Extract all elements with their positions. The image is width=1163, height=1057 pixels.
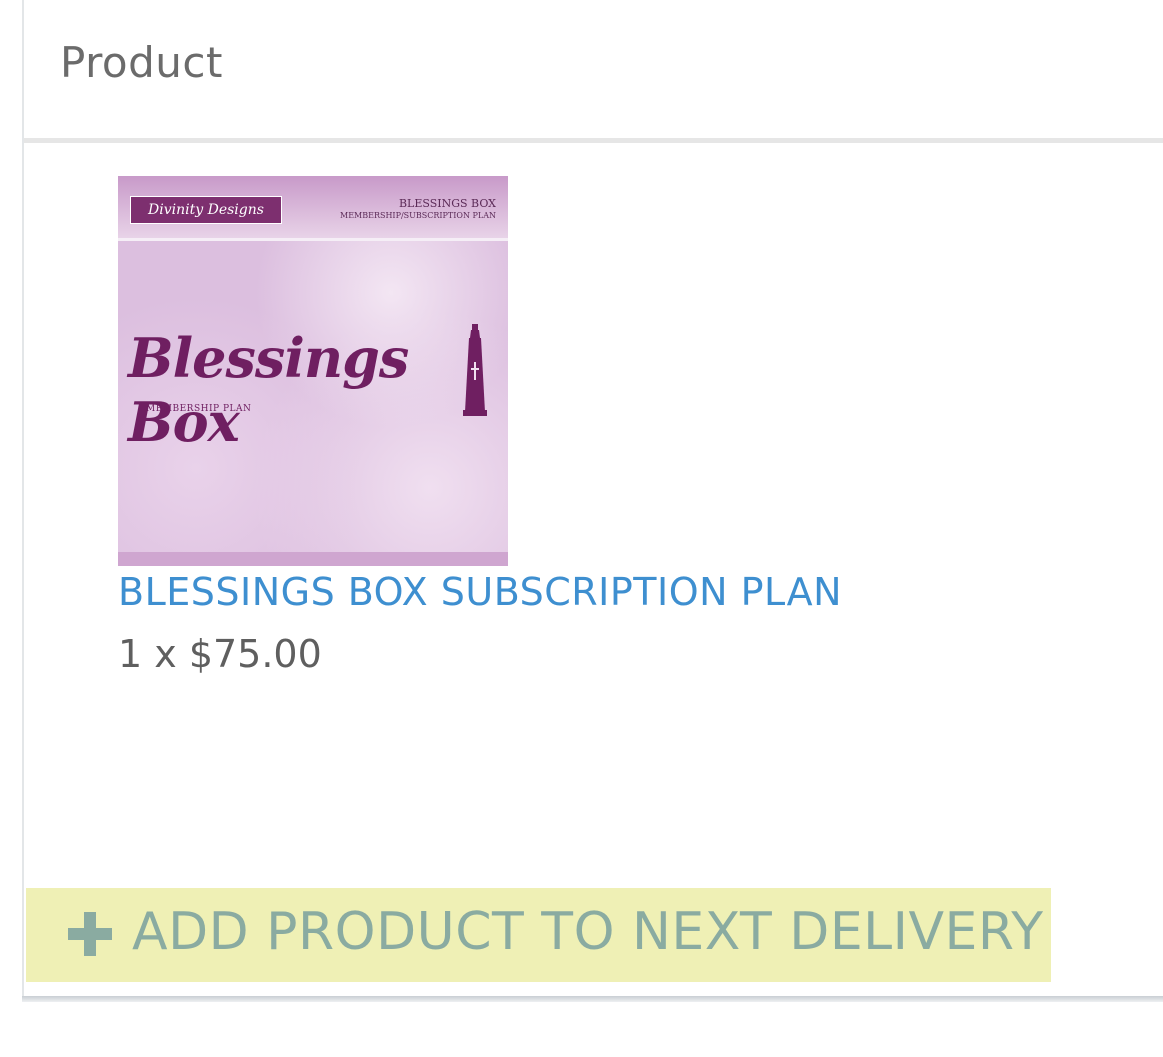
image-bottom-band [118,552,508,566]
image-top-band: Divinity Designs BLESSINGS BOX MEMBERSHI… [118,176,508,241]
add-product-label: ADD PRODUCT TO NEXT DELIVERY [132,902,1044,962]
plan-caption: BLESSINGS BOX MEMBERSHIP/SUBSCRIPTION PL… [286,198,496,222]
plan-caption-sub: MEMBERSHIP/SUBSCRIPTION PLAN [340,211,496,220]
image-headline: Blessings Box [128,326,409,454]
plus-icon [68,912,112,956]
product-quantity-price: 1 x $75.00 [118,632,322,676]
header-divider [24,138,1163,143]
product-name-link[interactable]: BLESSINGS BOX SUBSCRIPTION PLAN [118,570,1018,614]
product-column-header: Product [24,0,1163,143]
column-header-title: Product [60,38,223,87]
image-subline: MEMBERSHIP PLAN [146,404,252,414]
plan-caption-title: BLESSINGS BOX [398,197,496,210]
product-image[interactable]: Divinity Designs BLESSINGS BOX MEMBERSHI… [118,176,508,566]
product-item: Divinity Designs BLESSINGS BOX MEMBERSHI… [118,176,1018,676]
brand-logo: Divinity Designs [130,196,282,224]
lighthouse-icon [463,324,487,416]
panel-bottom-shadow [22,996,1163,1002]
subscription-product-panel: Product Divinity Designs BLESSINGS BOX M… [22,0,1163,1000]
add-product-to-next-delivery-button[interactable]: ADD PRODUCT TO NEXT DELIVERY [26,888,1051,982]
